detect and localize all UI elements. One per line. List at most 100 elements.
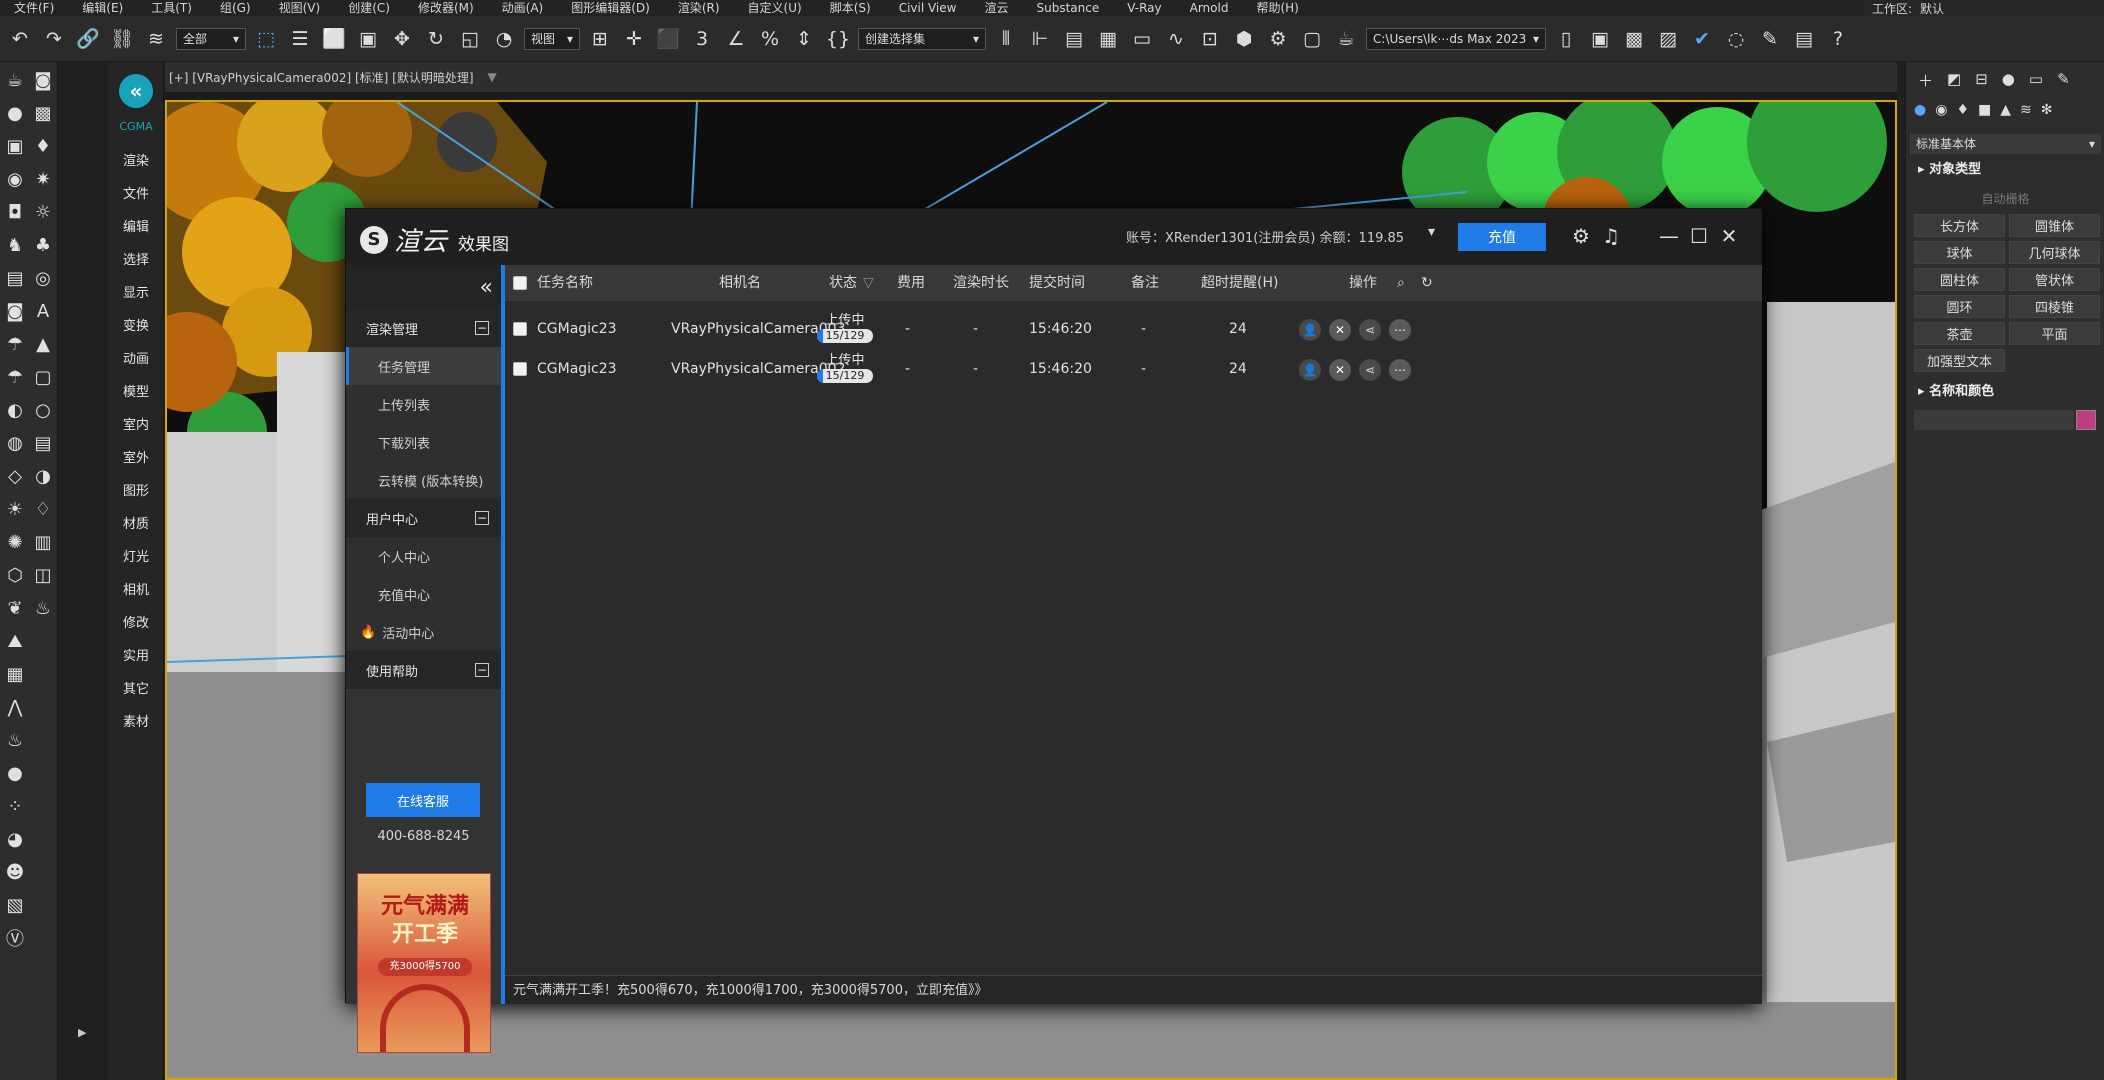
more-icon[interactable]: ⋯ — [1389, 359, 1411, 381]
cg-item-modify[interactable]: 修改 — [108, 612, 164, 631]
menu-customize[interactable]: 自定义(U) — [734, 0, 816, 16]
auto-grid-checkbox[interactable]: 自动栅格 — [1906, 190, 2104, 207]
group-render-management[interactable]: 渲染管理 − — [346, 309, 501, 347]
spacewarps-icon[interactable]: ≋ — [2020, 102, 2032, 118]
mask-icon[interactable]: ☻ — [2, 860, 28, 884]
move-icon[interactable]: ✥ — [388, 25, 416, 53]
select-object-icon[interactable]: ⬚ — [252, 25, 280, 53]
menu-edit[interactable]: 编辑(E) — [68, 0, 137, 16]
keyboard-shortcut-icon[interactable]: ⬛ — [654, 25, 682, 53]
placement-icon[interactable]: ◔ — [490, 25, 518, 53]
menu-rendering[interactable]: 渲染(R) — [664, 0, 734, 16]
percent-snap-icon[interactable]: % — [756, 25, 784, 53]
teapot-button[interactable]: 茶壶 — [1914, 322, 2005, 345]
undo-icon[interactable]: ↶ — [6, 25, 34, 53]
ring-icon[interactable]: ○ — [30, 398, 56, 422]
menu-xuanyun[interactable]: 渲云 — [970, 0, 1022, 16]
select-all-checkbox[interactable] — [513, 276, 527, 290]
cg-item-exterior[interactable]: 室外 — [108, 447, 164, 466]
more-icon[interactable]: ⋯ — [1389, 319, 1411, 341]
sync-icon[interactable]: ◌ — [1722, 25, 1750, 53]
unlink-icon[interactable]: ⛓ — [108, 25, 136, 53]
menu-file[interactable]: 文件(F) — [0, 0, 68, 16]
grid-icon[interactable]: ▦ — [2, 662, 28, 686]
open-project-icon[interactable]: ▣ — [1586, 25, 1614, 53]
hierarchy-tab-icon[interactable]: ⊟ — [1975, 70, 1988, 91]
cancel-task-icon[interactable]: ✕ — [1329, 359, 1351, 381]
select-manipulate-icon[interactable]: ✛ — [620, 25, 648, 53]
object-type-header[interactable]: ▸ 对象类型 — [1910, 160, 2101, 180]
table-row[interactable]: CGMagic23 VRayPhysicalCamera003 上传中 15/1… — [505, 309, 1762, 349]
rotate-icon[interactable]: ↻ — [422, 25, 450, 53]
split-icon[interactable]: ◫ — [30, 563, 56, 587]
rectangular-selection-icon[interactable]: ⬜ — [320, 25, 348, 53]
dialog-titlebar[interactable]: S 渲云 效果图 账号：XRender1301(注册会员) 余额：119.85 … — [346, 209, 1762, 265]
cg-item-file[interactable]: 文件 — [108, 183, 164, 202]
toggle-layer-explorer-icon[interactable]: ▦ — [1094, 25, 1122, 53]
user-icon[interactable]: 👤 — [1299, 359, 1321, 381]
bulb2-icon[interactable]: ♢ — [30, 497, 56, 521]
row-checkbox[interactable] — [513, 322, 527, 336]
sidebar-item-upload-list[interactable]: 上传列表 — [346, 385, 501, 423]
status-filter-icon[interactable]: ▽ — [863, 265, 874, 301]
cone-icon[interactable]: ▲ — [30, 332, 56, 356]
cg-item-light[interactable]: 灯光 — [108, 546, 164, 565]
layers-icon[interactable]: ▧ — [2, 893, 28, 917]
pyramid-button[interactable]: 四棱锥 — [2009, 295, 2100, 318]
sun-icon[interactable]: ☀ — [2, 497, 28, 521]
motion-tab-icon[interactable]: ● — [2002, 70, 2015, 91]
named-selection-dropdown[interactable]: 创建选择集 ▾ — [858, 27, 986, 50]
settings-icon[interactable]: ⚙ — [1568, 223, 1594, 249]
sidebar-item-activity-center[interactable]: 🔥 活动中心 — [346, 613, 501, 651]
share-icon[interactable]: ⋖ — [1359, 319, 1381, 341]
helpers-icon[interactable]: ▲ — [2000, 102, 2011, 118]
set-project-folder-icon[interactable]: ▯ — [1552, 25, 1580, 53]
render-setup-icon[interactable]: ⚙ — [1264, 25, 1292, 53]
save-project-icon[interactable]: ▩ — [1620, 25, 1648, 53]
camera-icon[interactable]: ◙ — [2, 299, 28, 323]
rendered-frame-window-icon[interactable]: ▢ — [1298, 25, 1326, 53]
material-editor-icon[interactable]: ⬢ — [1230, 25, 1258, 53]
cg-item-transform[interactable]: 变换 — [108, 315, 164, 334]
sidebar-item-recharge-center[interactable]: 充值中心 — [346, 575, 501, 613]
online-service-button[interactable]: 在线客服 — [366, 783, 480, 817]
cg-magic-logo-icon[interactable]: « — [119, 74, 153, 108]
cg-item-utility[interactable]: 实用 — [108, 645, 164, 664]
mirror-icon[interactable]: ⫴ — [992, 25, 1020, 53]
expand-arrow-icon[interactable]: ▶ — [78, 1026, 86, 1039]
menu-tools[interactable]: 工具(T) — [137, 0, 206, 16]
window-crossing-icon[interactable]: ▣ — [354, 25, 382, 53]
options-icon[interactable]: ▤ — [1790, 25, 1818, 53]
menu-arnold[interactable]: Arnold — [1176, 0, 1243, 16]
planet-icon[interactable]: ◕ — [2, 827, 28, 851]
box-button[interactable]: 长方体 — [1914, 214, 2005, 237]
cg-item-display[interactable]: 显示 — [108, 282, 164, 301]
ball-icon[interactable]: ● — [2, 761, 28, 785]
pages-icon[interactable]: ▤ — [30, 431, 56, 455]
target-icon[interactable]: ◎ — [30, 266, 56, 290]
curve-editor-icon[interactable]: ∿ — [1162, 25, 1190, 53]
umbrella-icon[interactable]: ☂ — [2, 365, 28, 389]
cg-item-interior[interactable]: 室内 — [108, 414, 164, 433]
cg-item-edit[interactable]: 编辑 — [108, 216, 164, 235]
snap-toggle-icon[interactable]: 3 — [688, 25, 716, 53]
reference-coordinate-dropdown[interactable]: 视图 ▾ — [524, 27, 580, 50]
minimize-icon[interactable]: — — [1656, 223, 1682, 249]
shapes-icon[interactable]: ◉ — [1935, 102, 1947, 118]
cup-icon[interactable]: ◘ — [2, 200, 28, 224]
tree-icon[interactable]: ♣ — [30, 233, 56, 257]
flame-icon[interactable]: ♨ — [2, 728, 28, 752]
burst-icon[interactable]: ✺ — [2, 530, 28, 554]
cg-item-animation[interactable]: 动画 — [108, 348, 164, 367]
row-checkbox[interactable] — [513, 362, 527, 376]
viewport-label[interactable]: [+] [VRayPhysicalCamera002] [标准] [默认明暗处理… — [165, 62, 1897, 92]
check-icon[interactable]: ✔ — [1688, 25, 1716, 53]
promo-banner[interactable]: 元气满满 开工季 充3000得5700 — [357, 873, 491, 1053]
text-icon[interactable]: A — [30, 299, 56, 323]
utilities-tab-icon[interactable]: ✎ — [2057, 70, 2070, 91]
textplus-button[interactable]: 加强型文本 — [1914, 349, 2005, 372]
bell-icon[interactable]: ♫ — [1598, 223, 1624, 249]
tube-button[interactable]: 管状体 — [2009, 268, 2100, 291]
gem-icon[interactable]: ◇ — [2, 464, 28, 488]
primitive-type-dropdown[interactable]: 标准基本体 ▾ — [1910, 134, 2101, 154]
